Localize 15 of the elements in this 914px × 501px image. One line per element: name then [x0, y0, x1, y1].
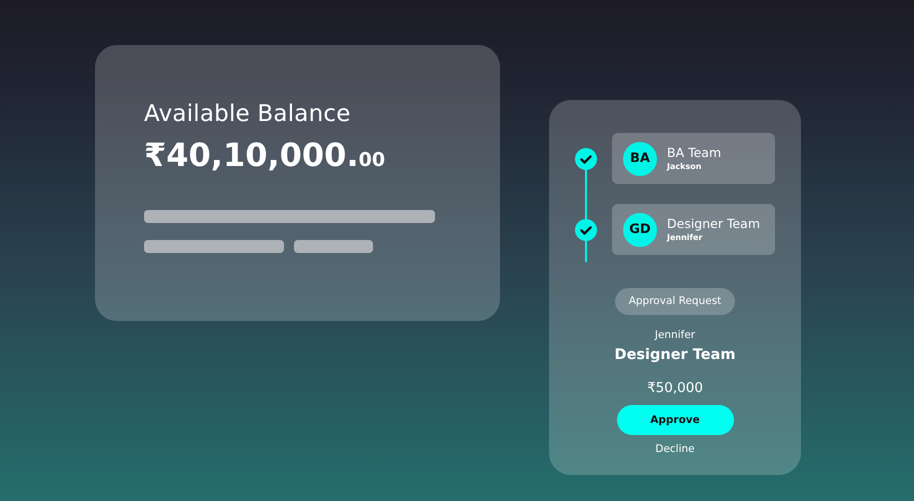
person-name: Jackson	[667, 161, 702, 172]
avatar-initials: GD	[623, 212, 657, 246]
balance-decimals: 00	[358, 149, 386, 171]
person-name: Jennifer	[667, 232, 704, 243]
requester-name: Jennifer	[654, 328, 696, 342]
balance-title: Available Balance	[144, 100, 352, 129]
decline-button[interactable]: Decline	[655, 443, 695, 455]
team-title: BA Team	[667, 145, 722, 161]
approve-button[interactable]: Approve	[616, 405, 734, 435]
team-name: Designer Team	[614, 346, 736, 365]
team-title: Designer Team	[667, 216, 760, 232]
approval-request-tag: Approval Request	[614, 288, 736, 315]
avatar-initials: BA	[623, 142, 657, 176]
balance-amount: ₹40,10,000.	[144, 136, 359, 174]
request-amount: ₹50,000	[647, 379, 703, 397]
